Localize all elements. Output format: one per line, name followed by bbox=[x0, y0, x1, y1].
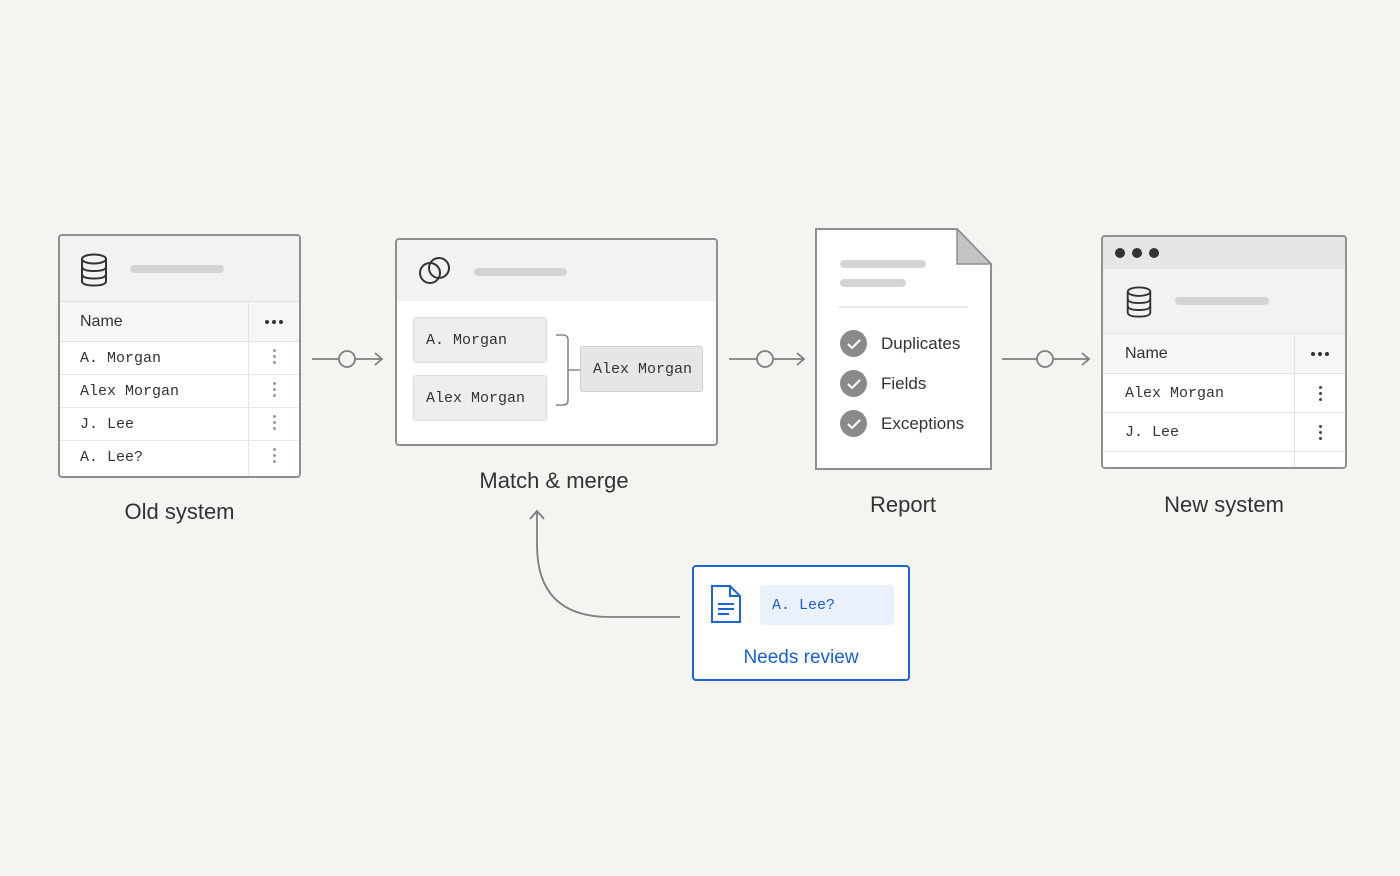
table-row[interactable]: Alex Morgan bbox=[1103, 374, 1345, 413]
check-icon bbox=[840, 330, 867, 357]
check-label: Fields bbox=[881, 373, 927, 393]
merged-record-chip[interactable]: Alex Morgan bbox=[580, 346, 703, 392]
table-row[interactable]: A. Morgan bbox=[60, 342, 299, 375]
connector-old-to-match bbox=[312, 350, 384, 368]
row-name: J. Lee bbox=[1125, 424, 1180, 441]
table-row-empty bbox=[1103, 452, 1345, 467]
window-dot-icon[interactable] bbox=[1149, 248, 1159, 258]
connector-match-to-report bbox=[729, 350, 806, 368]
document-icon bbox=[711, 585, 741, 623]
table-row[interactable]: J. Lee bbox=[60, 408, 299, 441]
new-system-window: Name Alex Morgan J. Lee bbox=[1101, 235, 1347, 469]
database-icon bbox=[1126, 286, 1152, 318]
row-menu-icon[interactable] bbox=[273, 448, 277, 466]
window-dot-icon[interactable] bbox=[1115, 248, 1125, 258]
old-system-header bbox=[60, 236, 299, 302]
window-dot-icon[interactable] bbox=[1132, 248, 1142, 258]
row-name: Alex Morgan bbox=[80, 383, 180, 400]
title-placeholder-bar bbox=[1175, 297, 1269, 305]
more-options-icon[interactable] bbox=[265, 320, 283, 324]
title-placeholder-bar bbox=[130, 265, 224, 273]
check-item-exceptions: Exceptions bbox=[840, 410, 964, 437]
row-name: Alex Morgan bbox=[1125, 385, 1225, 402]
row-name: A. Lee? bbox=[80, 449, 144, 466]
column-divider bbox=[1294, 413, 1295, 451]
merge-bracket bbox=[556, 334, 580, 406]
needs-review-label: Needs review bbox=[743, 647, 859, 668]
review-record-chip[interactable]: A. Lee? bbox=[760, 585, 894, 625]
column-divider bbox=[248, 302, 249, 341]
column-header[interactable]: Name bbox=[1103, 334, 1345, 374]
row-menu-icon[interactable] bbox=[273, 415, 277, 433]
check-icon bbox=[840, 410, 867, 437]
table-row[interactable]: A. Lee? bbox=[60, 441, 299, 476]
column-header-label: Name bbox=[1125, 345, 1168, 362]
row-name: A. Morgan bbox=[80, 350, 162, 367]
connector-report-to-new bbox=[1002, 350, 1091, 368]
more-options-icon[interactable] bbox=[1311, 352, 1329, 356]
table-row[interactable]: Alex Morgan bbox=[60, 375, 299, 408]
input-record-chip[interactable]: Alex Morgan bbox=[413, 375, 547, 421]
column-divider bbox=[1294, 334, 1295, 373]
old-system-table: Name A. Morgan Alex Morgan J. Lee A. Lee… bbox=[58, 234, 301, 478]
check-label: Exceptions bbox=[881, 413, 965, 433]
check-item-fields: Fields bbox=[840, 370, 926, 397]
row-name: J. Lee bbox=[80, 416, 135, 433]
match-merge-panel: A. Morgan Alex Morgan Alex Morgan bbox=[395, 238, 718, 446]
column-divider bbox=[1294, 374, 1295, 412]
title-placeholder-bar bbox=[474, 268, 567, 276]
row-menu-icon[interactable] bbox=[273, 349, 277, 367]
input-record-chip[interactable]: A. Morgan bbox=[413, 317, 547, 363]
check-item-duplicates: Duplicates bbox=[840, 330, 960, 357]
column-divider bbox=[248, 375, 249, 407]
report-caption: Report bbox=[869, 492, 937, 517]
check-icon bbox=[840, 370, 867, 397]
new-system-header bbox=[1103, 269, 1345, 334]
row-menu-icon[interactable] bbox=[1319, 386, 1323, 404]
table-row[interactable]: J. Lee bbox=[1103, 413, 1345, 452]
column-divider bbox=[248, 408, 249, 440]
column-header-label: Name bbox=[80, 313, 123, 330]
row-menu-icon[interactable] bbox=[1319, 425, 1323, 443]
column-divider bbox=[248, 441, 249, 476]
old-system-caption: Old system bbox=[124, 499, 235, 524]
column-header[interactable]: Name bbox=[60, 302, 299, 342]
window-titlebar bbox=[1103, 237, 1345, 269]
check-label: Duplicates bbox=[881, 333, 961, 353]
match-merge-caption: Match & merge bbox=[479, 468, 629, 493]
overlapping-circles-icon bbox=[419, 257, 450, 284]
match-merge-header bbox=[397, 240, 716, 301]
needs-review-card[interactable]: A. Lee? Needs review bbox=[692, 565, 910, 681]
column-divider bbox=[1294, 452, 1295, 467]
database-icon bbox=[81, 253, 107, 287]
row-menu-icon[interactable] bbox=[273, 382, 277, 400]
connector-review-to-match bbox=[529, 509, 680, 618]
column-divider bbox=[248, 342, 249, 374]
new-system-caption: New system bbox=[1164, 492, 1284, 517]
